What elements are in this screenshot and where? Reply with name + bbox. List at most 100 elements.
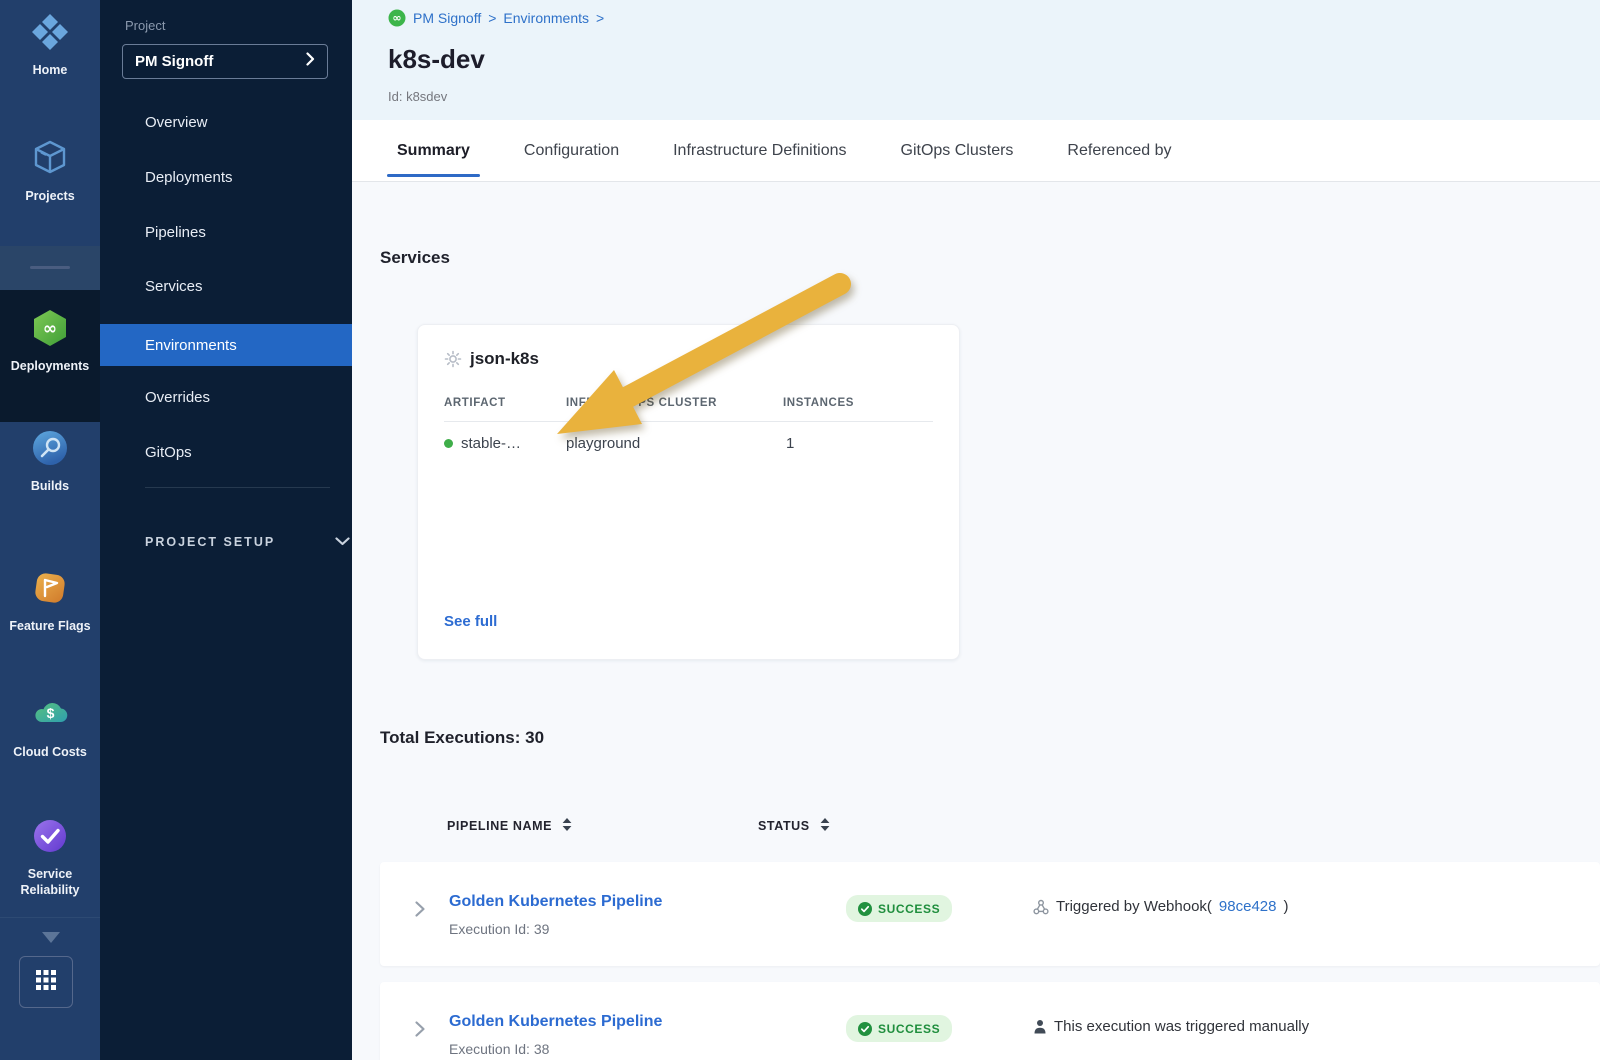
app-window: Home Projects ∞ [0,0,1600,1060]
status-label: SUCCESS [878,902,940,916]
all-modules-button[interactable] [19,956,73,1008]
success-check-icon [858,902,872,916]
tab-summary[interactable]: Summary [387,120,480,181]
sidebar-item-pipelines[interactable]: Pipelines [100,214,352,250]
rail-item-service-reliability[interactable]: Service Reliability [0,816,100,898]
instances-cell: 1 [786,435,794,452]
project-label: Project [125,18,165,33]
col-infra-gitops-cluster: INFRA/GITOPS CLUSTER [566,397,717,409]
tab-label: Configuration [524,142,619,160]
service-card-title: json-k8s [444,349,539,369]
rail-bottom-separator [0,917,100,918]
rail-item-label: Home [33,63,68,79]
chevron-right-icon [306,52,315,71]
sidebar-item-overrides[interactable]: Overrides [100,379,352,415]
service-name: json-k8s [470,349,539,369]
column-header-label: PIPELINE NAME [447,819,552,833]
deployments-icon: ∞ [30,308,70,353]
sidebar-item-label: Deployments [145,169,233,186]
rail-item-label: Service Reliability [4,867,96,898]
rail-item-feature-flags[interactable]: Feature Flags [0,568,100,635]
sidebar-item-gitops[interactable]: GitOps [100,434,352,470]
tab-configuration[interactable]: Configuration [514,120,629,181]
tab-infrastructure-definitions[interactable]: Infrastructure Definitions [663,120,856,181]
main-content: ∞ PM Signoff > Environments > k8s-dev Id… [352,0,1600,1060]
status-label: SUCCESS [878,1022,940,1036]
trigger-info: Triggered by Webhook(98ce428) [1033,898,1288,915]
sidebar-item-label: Overrides [145,389,210,406]
tab-referenced-by[interactable]: Referenced by [1057,120,1181,181]
services-heading: Services [380,248,450,268]
project-selector[interactable]: PM Signoff [122,44,328,79]
rail-item-home[interactable]: Home [0,12,100,79]
rail-divider-dash [30,266,70,269]
breadcrumb-separator: > [488,10,496,26]
execution-row: Golden Kubernetes Pipeline Execution Id:… [380,982,1600,1060]
tab-label: Summary [397,142,470,160]
rail-divider-band [0,246,100,290]
sort-status[interactable]: STATUS [758,818,830,834]
tab-gitops-clusters[interactable]: GitOps Clusters [891,120,1024,181]
breadcrumb-project-link[interactable]: PM Signoff [413,10,481,26]
trigger-text: Triggered by Webhook( [1056,898,1212,915]
sort-pipeline-name[interactable]: PIPELINE NAME [447,818,572,834]
status-dot [444,439,453,448]
svg-text:∞: ∞ [392,12,401,25]
service-card: json-k8s ARTIFACT INFRA/GITOPS CLUSTER I… [417,324,960,660]
rail-item-deployments[interactable]: ∞ Deployments [0,308,100,375]
rail-item-label: Deployments [11,359,90,375]
pipeline-name-link[interactable]: Golden Kubernetes Pipeline [449,893,662,911]
user-icon [1033,1019,1047,1034]
entity-id: Id: k8sdev [388,89,447,104]
sidebar-item-environments[interactable]: Environments [100,324,352,366]
svg-text:$: $ [47,705,55,721]
status-badge: SUCCESS [846,895,952,922]
sidebar-item-label: Pipelines [145,224,206,241]
sidebar-item-overview[interactable]: Overview [100,104,352,140]
project-setup-toggle[interactable]: PROJECT SETUP [145,533,350,551]
rail-item-label: Feature Flags [9,619,90,635]
sidebar-item-label: GitOps [145,444,192,461]
execution-row: Golden Kubernetes Pipeline Execution Id:… [380,862,1600,966]
sidebar-item-label: Services [145,278,203,295]
tab-label: GitOps Clusters [901,142,1014,160]
page-title: k8s-dev [388,44,485,75]
breadcrumb: ∞ PM Signoff > Environments > [388,9,604,27]
trigger-info: This execution was triggered manually [1033,1018,1309,1035]
project-setup-label: PROJECT SETUP [145,535,275,549]
sidebar-item-deployments[interactable]: Deployments [100,159,352,195]
rail-item-builds[interactable]: Builds [0,428,100,495]
module-rail: Home Projects ∞ [0,0,100,1060]
project-name: PM Signoff [135,53,213,70]
total-executions-heading: Total Executions: 30 [380,728,544,748]
page-header: ∞ PM Signoff > Environments > k8s-dev Id… [352,0,1600,120]
rail-item-label: Cloud Costs [13,745,87,761]
grid-icon [35,969,57,996]
trigger-text: This execution was triggered manually [1054,1018,1309,1035]
feature-flags-icon [30,568,70,613]
trigger-commit-link[interactable]: 98ce428 [1219,898,1277,915]
rail-item-cloud-costs[interactable]: $ Cloud Costs [0,694,100,761]
scroll-down-icon[interactable] [42,932,60,943]
col-instances: INSTANCES [783,397,854,409]
rail-item-label: Builds [31,479,69,495]
tab-label: Infrastructure Definitions [673,142,846,160]
sort-icon [820,818,830,834]
svg-text:∞: ∞ [43,319,57,339]
sidebar-item-label: Environments [145,337,237,354]
breadcrumb-separator: > [596,10,604,26]
sidebar-item-services[interactable]: Services [100,268,352,304]
status-badge: SUCCESS [846,1015,952,1042]
success-check-icon [858,1022,872,1036]
see-full-link[interactable]: See full [444,613,497,630]
breadcrumb-environments-link[interactable]: Environments [503,10,589,26]
rail-item-projects[interactable]: Projects [0,138,100,205]
sidebar-divider [145,487,330,488]
sidebar-item-label: Overview [145,114,208,131]
expand-chevron-icon[interactable] [414,900,426,923]
pipeline-name-link[interactable]: Golden Kubernetes Pipeline [449,1013,662,1031]
cube-icon [30,138,70,183]
cluster-cell: playground [566,435,640,452]
execution-id: Execution Id: 38 [449,1041,549,1057]
expand-chevron-icon[interactable] [414,1020,426,1043]
